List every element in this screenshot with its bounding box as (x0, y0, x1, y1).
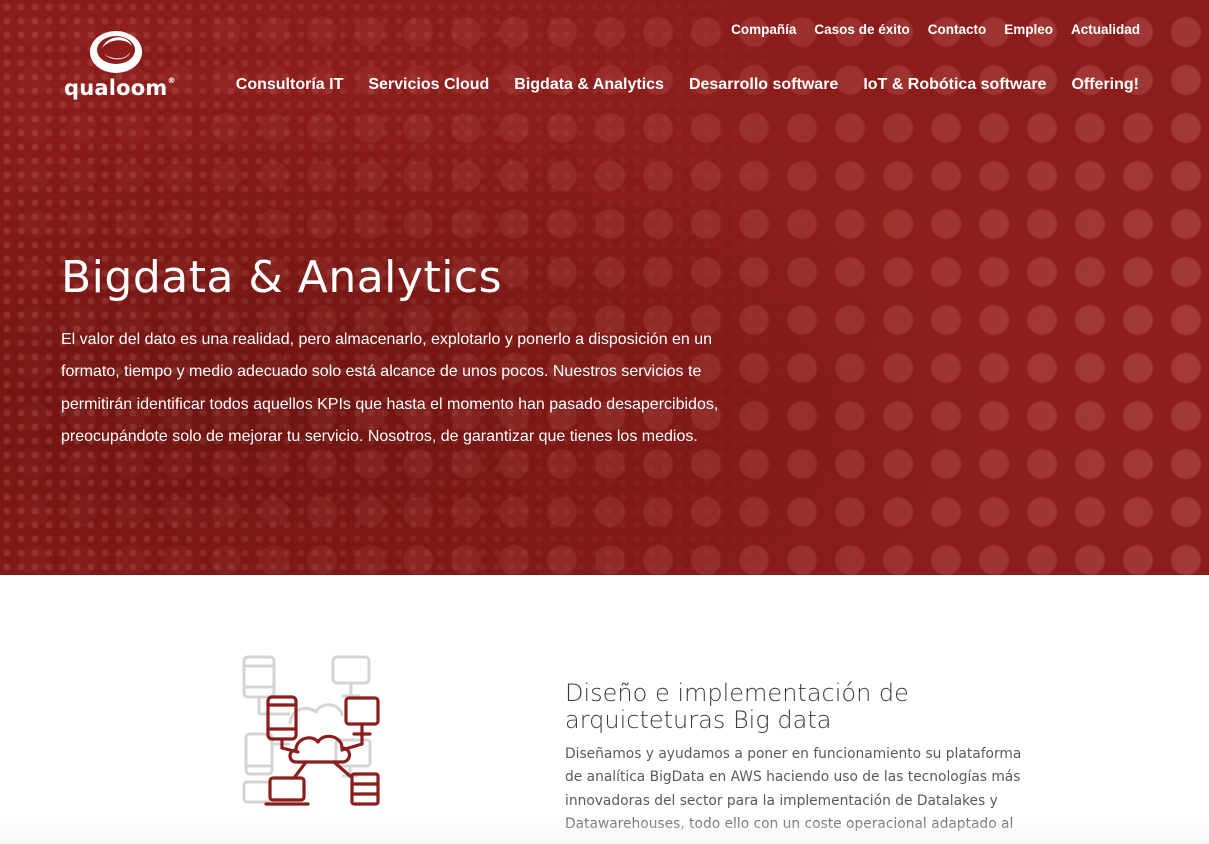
feature-title: Diseño e implementación de arquicteturas… (565, 679, 909, 734)
hero-banner: qualoom® Compañía Casos de éxito Contact… (0, 0, 1209, 575)
main-nav-bigdata-analytics[interactable]: Bigdata & Analytics (514, 76, 664, 94)
bottom-fade (0, 815, 1209, 844)
qualoom-logo[interactable]: qualoom® (64, 28, 176, 108)
top-nav-contacto[interactable]: Contacto (928, 22, 987, 37)
main-nav-offering[interactable]: Offering! (1071, 76, 1139, 94)
qualoom-logo-wordmark: qualoom® (64, 76, 176, 100)
top-navigation: Compañía Casos de éxito Contacto Empleo … (731, 22, 1140, 37)
top-nav-compania[interactable]: Compañía (731, 22, 796, 37)
top-nav-empleo[interactable]: Empleo (1004, 22, 1053, 37)
main-nav-consultoria-it[interactable]: Consultoría IT (236, 76, 344, 94)
main-nav-desarrollo-software[interactable]: Desarrollo software (689, 76, 838, 94)
top-nav-actualidad[interactable]: Actualidad (1071, 22, 1140, 37)
hero-description: El valor del dato es una realidad, pero … (61, 331, 719, 445)
cloud-network-icon (242, 655, 380, 806)
main-navigation: Consultoría IT Servicios Cloud Bigdata &… (236, 76, 1139, 94)
main-nav-servicios-cloud[interactable]: Servicios Cloud (368, 76, 489, 94)
main-nav-iot-robotica[interactable]: IoT & Robótica software (863, 76, 1046, 94)
qualoom-logo-icon (90, 31, 142, 73)
top-nav-casos-de-exito[interactable]: Casos de éxito (814, 22, 909, 37)
hero-title: Bigdata & Analytics (61, 252, 503, 303)
